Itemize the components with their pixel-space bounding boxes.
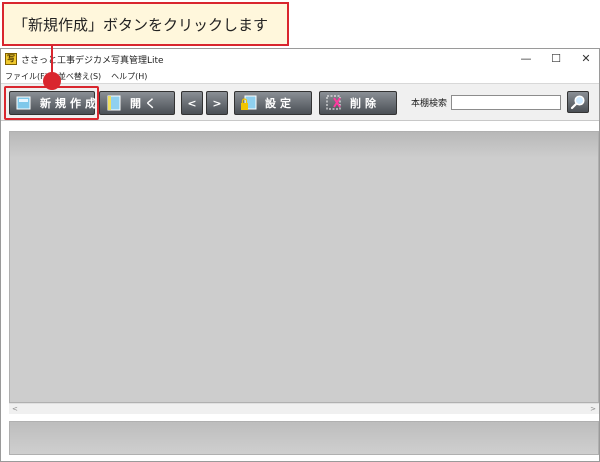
previous-button[interactable]: <: [181, 91, 203, 115]
window-title: ささっと工事デジカメ写真管理Lite: [21, 56, 164, 66]
lock-book-icon: [241, 95, 257, 110]
scroll-left-icon[interactable]: <: [12, 404, 18, 414]
menu-sort[interactable]: 並べ替え(S): [58, 71, 101, 82]
screenshot-root: 「新規作成」ボタンをクリックします 写 ささっと工事デジカメ写真管理Lite —…: [0, 0, 600, 462]
bookshelf-area[interactable]: [9, 131, 599, 403]
instruction-callout: 「新規作成」ボタンをクリックします: [2, 2, 289, 46]
next-button[interactable]: >: [206, 91, 228, 115]
chevron-left-icon: <: [187, 96, 197, 110]
delete-icon: [326, 95, 341, 110]
menu-bar: ファイル(F) 並べ替え(S) ヘルプ(H): [1, 69, 599, 83]
scroll-right-icon[interactable]: >: [590, 404, 596, 414]
bookshelf-search-label: 本棚検索: [411, 99, 448, 109]
bookshelf-search-input[interactable]: [451, 95, 561, 110]
open-button[interactable]: 開く: [99, 91, 175, 115]
app-window: 写 ささっと工事デジカメ写真管理Lite — ☐ ✕ ファイル(F) 並べ替え(…: [0, 48, 600, 462]
minimize-button[interactable]: —: [511, 49, 541, 69]
menu-file[interactable]: ファイル(F): [5, 71, 48, 82]
settings-button[interactable]: 設定: [234, 91, 312, 115]
chevron-right-icon: >: [212, 96, 222, 110]
delete-label: 削除: [350, 97, 380, 110]
maximize-button[interactable]: ☐: [541, 49, 571, 69]
title-bar[interactable]: 写 ささっと工事デジカメ写真管理Lite — ☐ ✕: [1, 49, 599, 69]
callout-pointer-dot: [43, 72, 61, 90]
horizontal-scrollbar[interactable]: < >: [9, 403, 599, 414]
callout-text: 「新規作成」ボタンをクリックします: [13, 15, 269, 34]
status-panel: [9, 421, 599, 455]
app-logo-icon: 写: [5, 53, 17, 65]
delete-button[interactable]: 削除: [319, 91, 397, 115]
open-book-icon: [107, 95, 121, 111]
new-button-highlight: [4, 86, 99, 120]
search-icon: [570, 95, 585, 110]
settings-label: 設定: [265, 97, 295, 110]
search-button[interactable]: [567, 91, 589, 113]
open-label: 開く: [130, 97, 160, 110]
close-button[interactable]: ✕: [571, 49, 600, 69]
toolbar: 新規作成 開く < > 設定 削除 本棚検索: [1, 83, 599, 121]
menu-help[interactable]: ヘルプ(H): [111, 71, 147, 82]
